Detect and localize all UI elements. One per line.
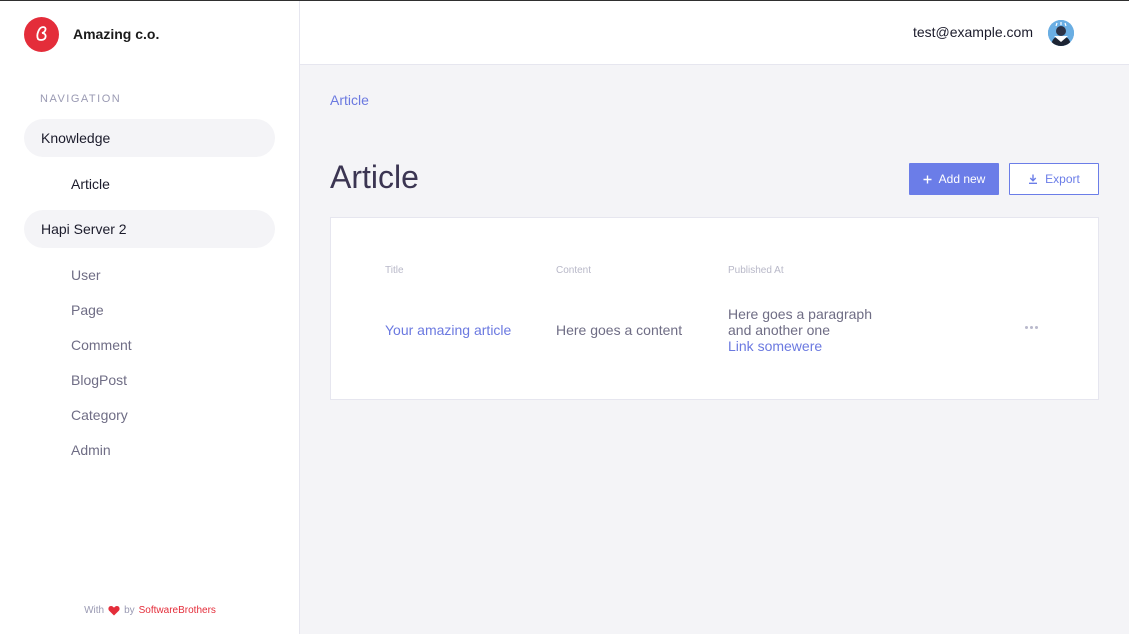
row-actions-more-icon[interactable] [1025, 326, 1038, 329]
heart-icon [108, 606, 120, 616]
export-button[interactable]: Export [1009, 163, 1099, 195]
brand-logo-icon [24, 16, 59, 52]
sidebar-item-category[interactable]: Category [71, 407, 128, 423]
export-label: Export [1045, 172, 1080, 186]
add-new-label: Add new [938, 172, 986, 186]
dot [1025, 326, 1028, 329]
user-email[interactable]: test@example.com [913, 24, 1033, 40]
download-icon [1029, 174, 1038, 184]
sidebar-item-user[interactable]: User [71, 267, 101, 283]
sidebar-item-comment[interactable]: Comment [71, 337, 132, 353]
sidebar-item-article[interactable]: Article [71, 176, 110, 192]
dot [1030, 326, 1033, 329]
published-line-1: Here goes a paragraph [728, 306, 872, 322]
navigation-title: NAVIGATION [40, 93, 122, 105]
sidebar: Amazing c.o. NAVIGATION Knowledge Articl… [0, 1, 300, 634]
footer-company-link[interactable]: SoftwareBrothers [139, 605, 216, 616]
dot [1035, 326, 1038, 329]
column-header-published-at[interactable]: Published At [728, 265, 784, 276]
footer-suffix: by [124, 605, 135, 616]
published-link[interactable]: Link somewere [728, 338, 872, 354]
brand-name: Amazing c.o. [73, 26, 160, 42]
app-root: Amazing c.o. NAVIGATION Knowledge Articl… [0, 0, 1129, 634]
footer-prefix: With [84, 605, 105, 616]
sidebar-item-admin[interactable]: Admin [71, 442, 111, 458]
column-header-title[interactable]: Title [385, 265, 404, 276]
sidebar-item-page[interactable]: Page [71, 302, 104, 318]
row-published-at: Here goes a paragraph and another one Li… [728, 306, 872, 354]
row-content: Here goes a content [556, 322, 683, 338]
brand[interactable]: Amazing c.o. [24, 16, 159, 52]
avatar[interactable] [1048, 20, 1074, 46]
published-line-2: and another one [728, 322, 830, 338]
nav-group-knowledge[interactable]: Knowledge [24, 119, 275, 157]
row-title-link[interactable]: Your amazing article [385, 322, 511, 338]
plus-icon [923, 175, 932, 183]
sidebar-item-blogpost[interactable]: BlogPost [71, 372, 127, 388]
avatar-image-icon [1048, 20, 1074, 46]
column-header-content[interactable]: Content [556, 265, 591, 276]
page-title: Article [330, 159, 419, 195]
add-new-button[interactable]: Add new [909, 163, 999, 195]
records-table: Title Content Published At Your amazing … [330, 217, 1099, 400]
nav-group-hapi-server-2[interactable]: Hapi Server 2 [24, 210, 275, 248]
breadcrumb[interactable]: Article [330, 92, 369, 108]
topbar: test@example.com [300, 1, 1129, 65]
sidebar-footer: With by SoftwareBrothers [0, 605, 300, 616]
